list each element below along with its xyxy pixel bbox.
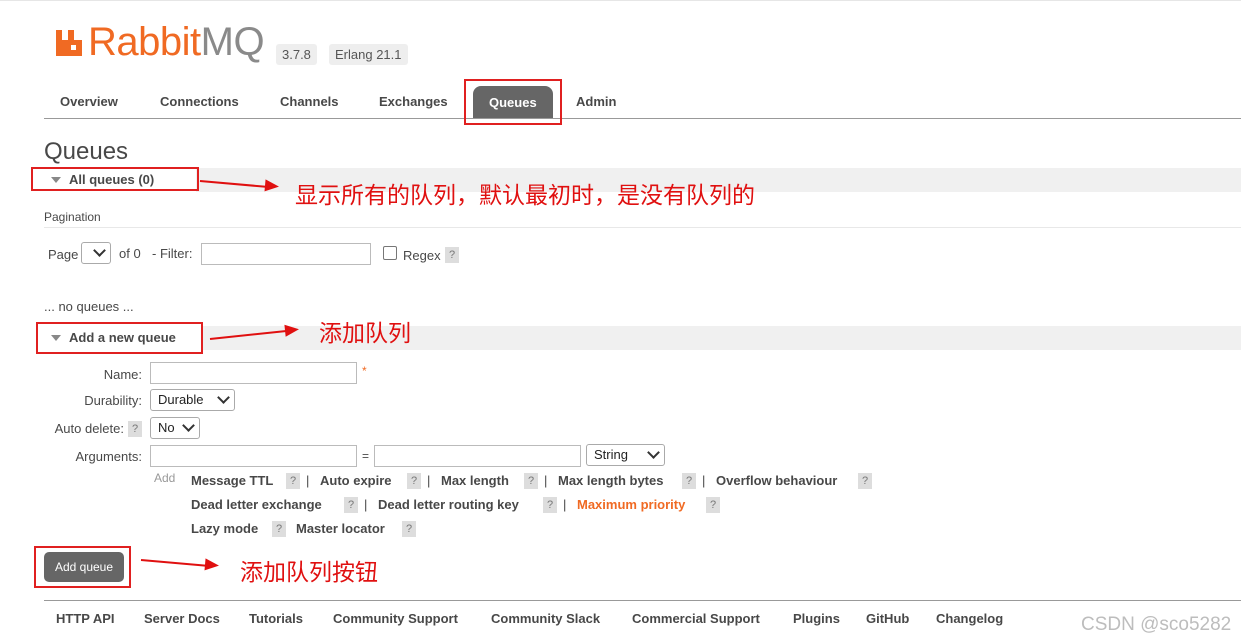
page-count-label: of 0 bbox=[119, 246, 141, 261]
auto-delete-select[interactable]: No bbox=[150, 417, 200, 439]
separator: | bbox=[702, 473, 706, 488]
annotation-arrow-head-icon bbox=[284, 323, 300, 337]
argument-value-input[interactable] bbox=[374, 445, 581, 467]
help-icon[interactable]: ? bbox=[407, 473, 421, 489]
equals-sign: = bbox=[362, 449, 370, 463]
add-queue-button[interactable]: Add queue bbox=[44, 552, 124, 582]
page-title: Queues bbox=[44, 138, 129, 165]
chevron-down-icon bbox=[647, 446, 660, 459]
top-border bbox=[0, 0, 1241, 1]
arg-overflow-behaviour-link[interactable]: Overflow behaviour bbox=[716, 473, 837, 488]
name-label: Name: bbox=[103, 367, 142, 382]
annotation-arrow-head-icon bbox=[264, 179, 280, 193]
help-icon[interactable]: ? bbox=[706, 497, 720, 513]
page-label: Page bbox=[48, 247, 79, 262]
footer-link-github[interactable]: GitHub bbox=[866, 611, 909, 626]
add-queue-toggle[interactable]: Add a new queue bbox=[69, 330, 176, 345]
add-argument-label: Add bbox=[154, 471, 176, 485]
arg-auto-expire-link[interactable]: Auto expire bbox=[320, 473, 392, 488]
annotation-box-queues-tab bbox=[464, 79, 562, 125]
arg-max-length-link[interactable]: Max length bbox=[441, 473, 509, 488]
separator: | bbox=[364, 497, 368, 512]
footer-link-community-support[interactable]: Community Support bbox=[333, 611, 458, 626]
chevron-down-icon bbox=[217, 391, 230, 404]
version-badge: 3.7.8 bbox=[276, 44, 317, 65]
no-queues-message: ... no queues ... bbox=[44, 299, 134, 314]
filter-label: - Filter: bbox=[152, 246, 193, 261]
footer-link-server-docs[interactable]: Server Docs bbox=[144, 611, 220, 626]
tab-exchanges[interactable]: Exchanges bbox=[379, 80, 448, 118]
help-icon[interactable]: ? bbox=[344, 497, 358, 513]
tab-connections[interactable]: Connections bbox=[160, 80, 239, 118]
nav-underline bbox=[44, 118, 1241, 119]
erlang-badge: Erlang 21.1 bbox=[329, 44, 408, 65]
annotation-add-button-note: 添加队列按钮 bbox=[240, 560, 378, 586]
filter-input[interactable] bbox=[201, 243, 371, 265]
auto-delete-help-icon[interactable]: ? bbox=[128, 421, 142, 437]
help-icon[interactable]: ? bbox=[286, 473, 300, 489]
separator: | bbox=[544, 473, 548, 488]
auto-delete-label: Auto delete: bbox=[54, 421, 124, 436]
arg-dead-letter-exchange-link[interactable]: Dead letter exchange bbox=[191, 497, 322, 512]
csdn-watermark: CSDN @sco5282 bbox=[1081, 614, 1232, 635]
regex-help-icon[interactable]: ? bbox=[445, 247, 459, 263]
annotation-all-queues-note: 显示所有的队列，默认最初时，是没有队列的 bbox=[295, 183, 755, 209]
arg-message-ttl-link[interactable]: Message TTL bbox=[191, 473, 273, 488]
help-icon[interactable]: ? bbox=[402, 521, 416, 537]
annotation-arrow bbox=[140, 559, 207, 567]
logo-wordmark: RabbitMQ bbox=[88, 20, 265, 64]
footer-link-plugins[interactable]: Plugins bbox=[793, 611, 840, 626]
annotation-add-queue-note: 添加队列 bbox=[319, 321, 411, 347]
queue-name-input[interactable] bbox=[150, 362, 357, 384]
separator: | bbox=[563, 497, 567, 512]
separator: | bbox=[427, 473, 431, 488]
annotation-arrow-head-icon bbox=[204, 558, 220, 572]
argument-type-select[interactable]: String bbox=[586, 444, 665, 466]
footer-link-community-slack[interactable]: Community Slack bbox=[491, 611, 600, 626]
regex-checkbox[interactable] bbox=[383, 246, 397, 260]
tab-overview[interactable]: Overview bbox=[60, 80, 118, 118]
footer-link-commercial-support[interactable]: Commercial Support bbox=[632, 611, 760, 626]
collapse-triangle-icon[interactable] bbox=[51, 335, 61, 341]
collapse-triangle-icon[interactable] bbox=[51, 177, 61, 183]
footer-link-tutorials[interactable]: Tutorials bbox=[249, 611, 303, 626]
argument-key-input[interactable] bbox=[150, 445, 357, 467]
chevron-down-icon bbox=[182, 419, 195, 432]
help-icon[interactable]: ? bbox=[524, 473, 538, 489]
separator: | bbox=[306, 473, 310, 488]
tab-admin[interactable]: Admin bbox=[576, 80, 616, 118]
durability-select[interactable]: Durable bbox=[150, 389, 235, 411]
page-select[interactable] bbox=[81, 242, 111, 264]
arguments-label: Arguments: bbox=[75, 449, 142, 464]
rabbit-logo-icon bbox=[56, 30, 82, 56]
main-nav: Overview Connections Channels Exchanges … bbox=[44, 80, 1241, 119]
tab-channels[interactable]: Channels bbox=[280, 80, 339, 118]
help-icon[interactable]: ? bbox=[858, 473, 872, 489]
arg-master-locator-link[interactable]: Master locator bbox=[296, 521, 385, 536]
footer-link-changelog[interactable]: Changelog bbox=[936, 611, 1003, 626]
help-icon[interactable]: ? bbox=[682, 473, 696, 489]
all-queues-toggle[interactable]: All queues (0) bbox=[69, 172, 154, 187]
chevron-down-icon bbox=[93, 244, 106, 257]
footer-link-http-api[interactable]: HTTP API bbox=[56, 611, 115, 626]
arg-max-length-bytes-link[interactable]: Max length bytes bbox=[558, 473, 663, 488]
pagination-label: Pagination bbox=[44, 210, 101, 224]
help-icon[interactable]: ? bbox=[543, 497, 557, 513]
durability-label: Durability: bbox=[84, 393, 142, 408]
help-icon[interactable]: ? bbox=[272, 521, 286, 537]
footer-divider bbox=[44, 600, 1241, 601]
required-marker: * bbox=[362, 364, 367, 378]
arg-dead-letter-routing-key-link[interactable]: Dead letter routing key bbox=[378, 497, 519, 512]
pagination-divider bbox=[44, 227, 1241, 228]
regex-label: Regex bbox=[403, 248, 441, 263]
arg-lazy-mode-link[interactable]: Lazy mode bbox=[191, 521, 258, 536]
arg-maximum-priority-link[interactable]: Maximum priority bbox=[577, 497, 685, 512]
